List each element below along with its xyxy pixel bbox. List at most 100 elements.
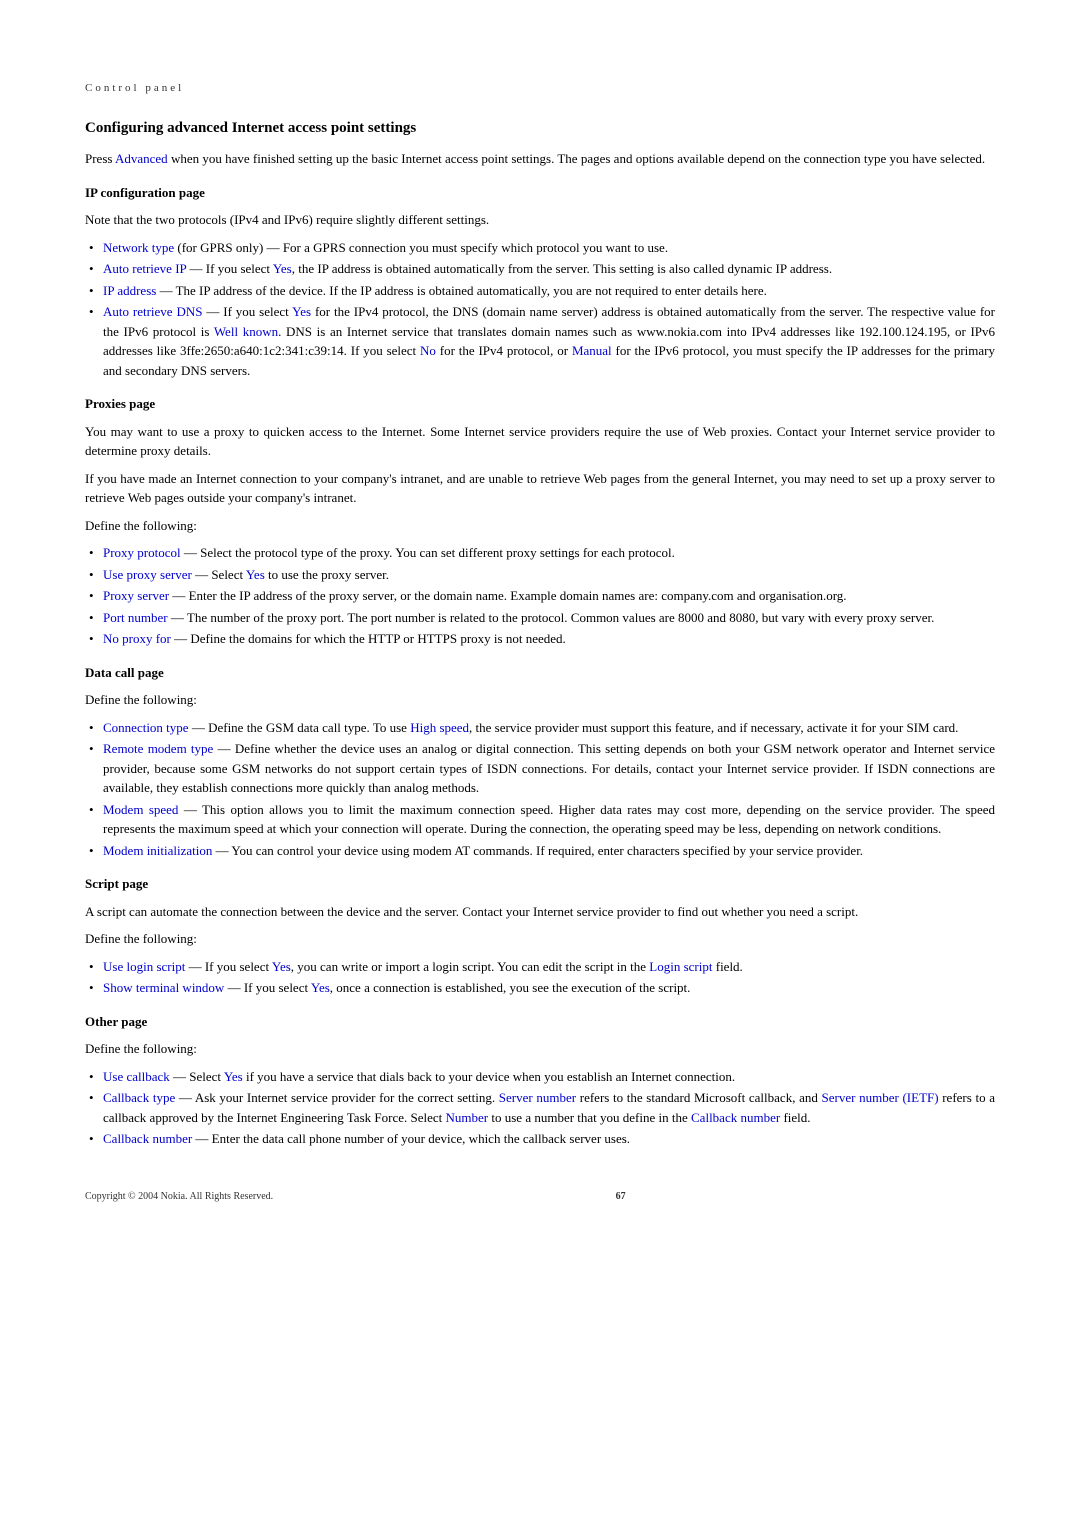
item-text: for the IPv4 protocol, or: [436, 343, 572, 358]
yes-value: Yes: [224, 1069, 243, 1084]
proxies-p1: You may want to use a proxy to quicken a…: [85, 422, 995, 461]
other-list: Use callback — Select Yes if you have a …: [85, 1067, 995, 1149]
proxies-list: Proxy protocol — Select the protocol typ…: [85, 543, 995, 649]
proxy-server-label: Proxy server: [103, 588, 169, 603]
page-footer: Copyright © 2004 Nokia. All Rights Reser…: [85, 1189, 995, 1204]
callback-number-label: Callback number: [103, 1131, 192, 1146]
intro-paragraph: Press Advanced when you have finished se…: [85, 149, 995, 169]
list-item: IP address — The IP address of the devic…: [85, 281, 995, 301]
item-text: — Enter the data call phone number of yo…: [192, 1131, 630, 1146]
callback-type-label: Callback type: [103, 1090, 175, 1105]
item-text: — You can control your device using mode…: [212, 843, 863, 858]
copyright-text: Copyright © 2004 Nokia. All Rights Reser…: [85, 1191, 273, 1202]
list-item: Proxy server — Enter the IP address of t…: [85, 586, 995, 606]
item-text: — Select: [170, 1069, 224, 1084]
auto-retrieve-dns-label: Auto retrieve DNS: [103, 304, 202, 319]
item-text: field.: [712, 959, 742, 974]
port-number-label: Port number: [103, 610, 168, 625]
item-text: — Enter the IP address of the proxy serv…: [169, 588, 846, 603]
page-title: Configuring advanced Internet access poi…: [85, 117, 995, 140]
data-call-heading: Data call page: [85, 663, 995, 683]
proxies-p2: If you have made an Internet connection …: [85, 469, 995, 508]
server-number-ietf-value: Server number (IETF): [822, 1090, 939, 1105]
high-speed-value: High speed: [410, 720, 469, 735]
show-terminal-window-label: Show terminal window: [103, 980, 224, 995]
network-type-label: Network type: [103, 240, 174, 255]
script-list: Use login script — If you select Yes, yo…: [85, 957, 995, 998]
page-number: 67: [616, 1189, 626, 1204]
item-text: (for GPRS only) — For a GPRS connection …: [174, 240, 668, 255]
item-text: field.: [780, 1110, 810, 1125]
script-define: Define the following:: [85, 929, 995, 949]
intro-prefix: Press: [85, 151, 115, 166]
proxies-define: Define the following:: [85, 516, 995, 536]
other-heading: Other page: [85, 1012, 995, 1032]
ip-config-note: Note that the two protocols (IPv4 and IP…: [85, 210, 995, 230]
modem-speed-label: Modem speed: [103, 802, 178, 817]
list-item: Remote modem type — Define whether the d…: [85, 739, 995, 798]
ip-address-label: IP address: [103, 283, 156, 298]
advanced-link: Advanced: [115, 151, 168, 166]
yes-value: Yes: [311, 980, 330, 995]
list-item: Modem initialization — You can control y…: [85, 841, 995, 861]
list-item: Network type (for GPRS only) — For a GPR…: [85, 238, 995, 258]
list-item: Modem speed — This option allows you to …: [85, 800, 995, 839]
yes-value: Yes: [292, 304, 311, 319]
use-proxy-server-label: Use proxy server: [103, 567, 192, 582]
list-item: Callback number — Enter the data call ph…: [85, 1129, 995, 1149]
well-known-value: Well known: [214, 324, 278, 339]
auto-retrieve-ip-label: Auto retrieve IP: [103, 261, 186, 276]
item-text: — Select: [192, 567, 246, 582]
item-text: to use the proxy server.: [265, 567, 389, 582]
modem-initialization-label: Modem initialization: [103, 843, 212, 858]
item-text: — Select the protocol type of the proxy.…: [181, 545, 675, 560]
item-text: — The IP address of the device. If the I…: [156, 283, 767, 298]
use-callback-label: Use callback: [103, 1069, 170, 1084]
script-heading: Script page: [85, 874, 995, 894]
list-item: Auto retrieve DNS — If you select Yes fo…: [85, 302, 995, 380]
data-call-list: Connection type — Define the GSM data ca…: [85, 718, 995, 861]
other-define: Define the following:: [85, 1039, 995, 1059]
list-item: Proxy protocol — Select the protocol typ…: [85, 543, 995, 563]
item-text: — Define the GSM data call type. To use: [189, 720, 411, 735]
use-login-script-label: Use login script: [103, 959, 185, 974]
manual-value: Manual: [572, 343, 612, 358]
yes-value: Yes: [272, 959, 291, 974]
item-text: — If you select: [224, 980, 311, 995]
no-value: No: [420, 343, 436, 358]
item-text: — If you select: [202, 304, 292, 319]
intro-suffix: when you have finished setting up the ba…: [168, 151, 985, 166]
ip-config-heading: IP configuration page: [85, 183, 995, 203]
item-text: refers to the standard Microsoft callbac…: [576, 1090, 821, 1105]
proxies-heading: Proxies page: [85, 394, 995, 414]
item-text: , the service provider must support this…: [469, 720, 958, 735]
item-text: — The number of the proxy port. The port…: [168, 610, 935, 625]
data-call-define: Define the following:: [85, 690, 995, 710]
item-text: — Ask your Internet service provider for…: [175, 1090, 499, 1105]
list-item: Use login script — If you select Yes, yo…: [85, 957, 995, 977]
ip-config-list: Network type (for GPRS only) — For a GPR…: [85, 238, 995, 381]
list-item: Use proxy server — Select Yes to use the…: [85, 565, 995, 585]
script-p1: A script can automate the connection bet…: [85, 902, 995, 922]
yes-value: Yes: [273, 261, 292, 276]
yes-value: Yes: [246, 567, 265, 582]
item-text: , once a connection is established, you …: [330, 980, 691, 995]
item-text: if you have a service that dials back to…: [243, 1069, 735, 1084]
remote-modem-type-label: Remote modem type: [103, 741, 213, 756]
item-text: — Define whether the device uses an anal…: [103, 741, 995, 795]
number-value: Number: [446, 1110, 489, 1125]
no-proxy-for-label: No proxy for: [103, 631, 171, 646]
item-text: , you can write or import a login script…: [291, 959, 650, 974]
list-item: Use callback — Select Yes if you have a …: [85, 1067, 995, 1087]
item-text: , the IP address is obtained automatical…: [292, 261, 832, 276]
list-item: Auto retrieve IP — If you select Yes, th…: [85, 259, 995, 279]
item-text: — This option allows you to limit the ma…: [103, 802, 995, 837]
item-text: — If you select: [185, 959, 272, 974]
login-script-field: Login script: [649, 959, 712, 974]
list-item: Port number — The number of the proxy po…: [85, 608, 995, 628]
list-item: No proxy for — Define the domains for wh…: [85, 629, 995, 649]
list-item: Callback type — Ask your Internet servic…: [85, 1088, 995, 1127]
item-text: — If you select: [186, 261, 273, 276]
list-item: Connection type — Define the GSM data ca…: [85, 718, 995, 738]
proxy-protocol-label: Proxy protocol: [103, 545, 181, 560]
